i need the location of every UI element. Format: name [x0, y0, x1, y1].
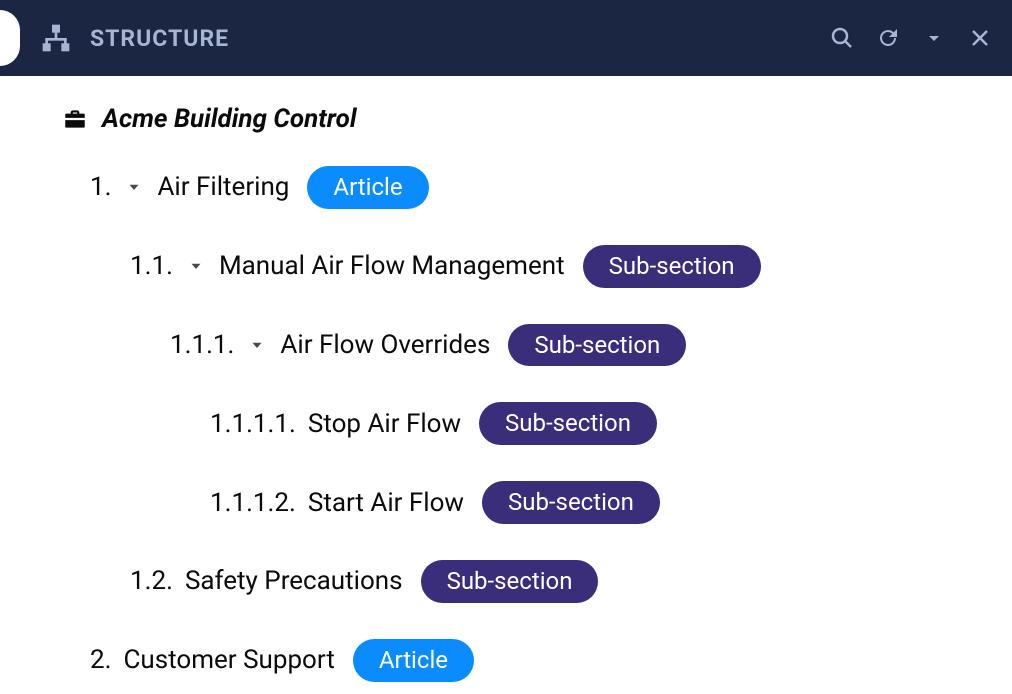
- tree-node[interactable]: 2. Customer Support Article: [62, 639, 982, 682]
- subsection-badge[interactable]: Sub-section: [508, 324, 686, 367]
- caret-down-icon[interactable]: [123, 176, 145, 198]
- caret-down-icon[interactable]: [246, 334, 268, 356]
- node-label: Customer Support: [123, 645, 334, 675]
- node-label: Stop Air Flow: [308, 409, 461, 439]
- refresh-icon[interactable]: [876, 26, 900, 50]
- search-icon[interactable]: [830, 26, 854, 50]
- article-badge[interactable]: Article: [353, 639, 474, 682]
- panel-header: STRUCTURE: [0, 0, 1012, 76]
- node-label: Start Air Flow: [308, 488, 464, 518]
- article-badge[interactable]: Article: [307, 166, 428, 209]
- node-label: Manual Air Flow Management: [219, 251, 565, 281]
- tree-node[interactable]: 1.1.1.1. Stop Air Flow Sub-section: [62, 402, 982, 445]
- caret-down-icon[interactable]: [185, 255, 207, 277]
- avatar-cutoff: [0, 10, 20, 66]
- tree-node[interactable]: 1.2. Safety Precautions Sub-section: [62, 560, 982, 603]
- structure-icon: [40, 22, 72, 54]
- subsection-badge[interactable]: Sub-section: [421, 560, 599, 603]
- node-number: 1.1.: [130, 251, 173, 281]
- tree-node[interactable]: 1.1.1. Air Flow Overrides Sub-section: [62, 324, 982, 367]
- node-number: 1.2.: [130, 566, 173, 596]
- briefcase-icon: [62, 106, 88, 132]
- node-number: 2.: [90, 645, 111, 675]
- header-actions: [830, 26, 992, 50]
- root-title: Acme Building Control: [102, 104, 357, 134]
- subsection-badge[interactable]: Sub-section: [479, 402, 657, 445]
- node-number: 1.: [90, 172, 111, 202]
- node-number: 1.1.1.: [170, 330, 234, 360]
- tree-node[interactable]: 1.1.1.2. Start Air Flow Sub-section: [62, 481, 982, 524]
- chevron-down-icon[interactable]: [922, 26, 946, 50]
- node-label: Air Flow Overrides: [280, 330, 490, 360]
- root-node[interactable]: Acme Building Control: [62, 104, 982, 134]
- subsection-badge[interactable]: Sub-section: [482, 481, 660, 524]
- node-number: 1.1.1.1.: [210, 409, 296, 439]
- node-number: 1.1.1.2.: [210, 488, 296, 518]
- close-icon[interactable]: [968, 26, 992, 50]
- node-label: Safety Precautions: [185, 566, 403, 596]
- node-label: Air Filtering: [157, 172, 289, 202]
- panel-title: STRUCTURE: [90, 25, 229, 52]
- structure-tree: Acme Building Control 1. Air Filtering Art…: [0, 76, 1012, 682]
- tree-node[interactable]: 1. Air Filtering Article: [62, 166, 982, 209]
- subsection-badge[interactable]: Sub-section: [583, 245, 761, 288]
- tree-node[interactable]: 1.1. Manual Air Flow Management Sub-sectio…: [62, 245, 982, 288]
